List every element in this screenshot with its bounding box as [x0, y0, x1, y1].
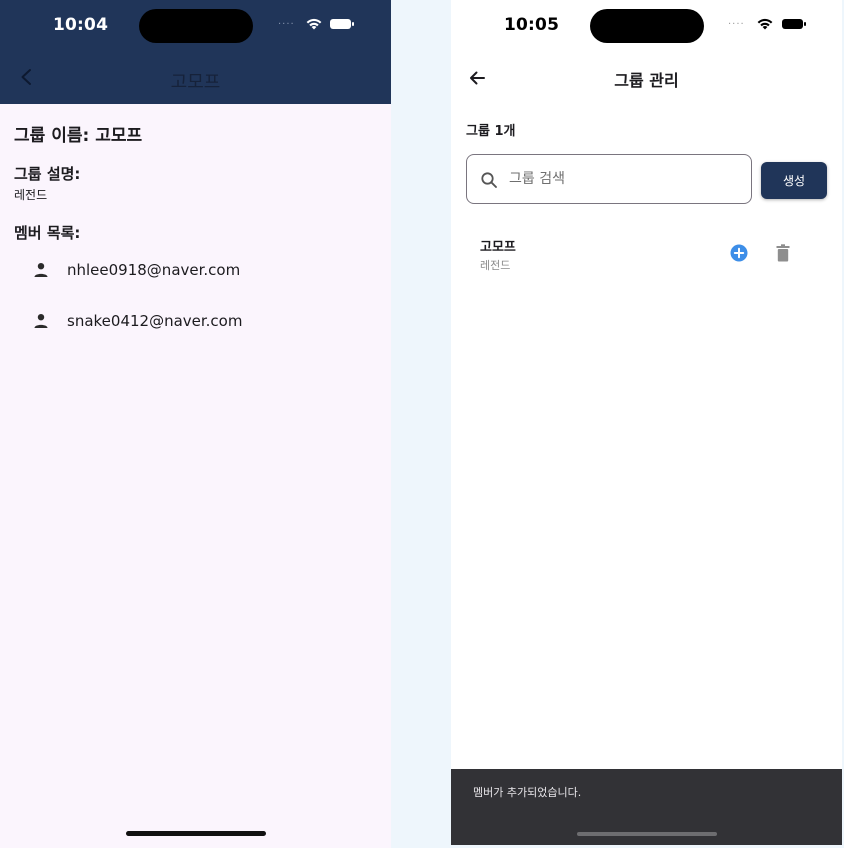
snackbar-message: 멤버가 추가되었습니다. [473, 786, 582, 799]
search-input[interactable] [509, 155, 745, 203]
battery-icon [330, 19, 351, 29]
search-field[interactable] [466, 154, 752, 204]
dynamic-island [590, 9, 704, 43]
wifi-icon [757, 18, 773, 30]
status-bar: 10:05 .... [451, 0, 842, 52]
cellular-signal-icon: .... [278, 16, 295, 27]
group-management-screen: 10:05 .... 그룹 관리 그룹 1개 생성 고모프 레전드 [451, 0, 842, 845]
app-bar: 고모프 [0, 52, 391, 104]
battery-cap [352, 22, 354, 26]
dynamic-island [139, 9, 253, 43]
status-bar: 10:04 .... [0, 0, 391, 52]
person-icon [34, 263, 48, 277]
description-value: 레전드 [14, 188, 48, 202]
status-time: 10:05 [504, 15, 560, 35]
snackbar: 멤버가 추가되었습니다. [451, 769, 842, 845]
group-name: 고모프 [480, 240, 516, 255]
group-name-value: 고모프 [95, 126, 143, 146]
member-email: nhlee0918@naver.com [67, 261, 241, 279]
app-bar-title: 그룹 관리 [614, 71, 679, 90]
person-icon [34, 314, 48, 328]
status-time: 10:04 [53, 15, 109, 35]
member-item: snake0412@naver.com [33, 309, 242, 333]
group-detail-screen: 10:04 .... 고모프 그룹 이름: 고모프 그룹 설명: 레전드 멤버 … [0, 0, 391, 848]
trash-icon[interactable] [776, 244, 790, 262]
members-label: 멤버 목록: [14, 224, 81, 242]
home-indicator [126, 831, 266, 836]
description-label: 그룹 설명: [14, 165, 81, 183]
app-bar-title: 고모프 [170, 72, 221, 93]
battery-cap [804, 22, 806, 26]
home-indicator [577, 832, 717, 836]
group-name-label: 그룹 이름: [14, 126, 96, 146]
group-count: 그룹 1개 [466, 124, 516, 139]
add-circle-icon[interactable] [730, 244, 748, 262]
cellular-signal-icon: .... [728, 16, 745, 27]
search-icon [481, 172, 497, 188]
member-email: snake0412@naver.com [67, 312, 243, 330]
group-list-item[interactable]: 고모프 레전드 [451, 226, 842, 282]
battery-icon [782, 19, 803, 29]
create-button[interactable]: 생성 [761, 162, 827, 199]
member-item: nhlee0918@naver.com [33, 258, 240, 282]
wifi-icon [306, 18, 322, 30]
group-description: 레전드 [480, 259, 511, 272]
group-name-row: 그룹 이름: 고모프 [14, 121, 142, 146]
